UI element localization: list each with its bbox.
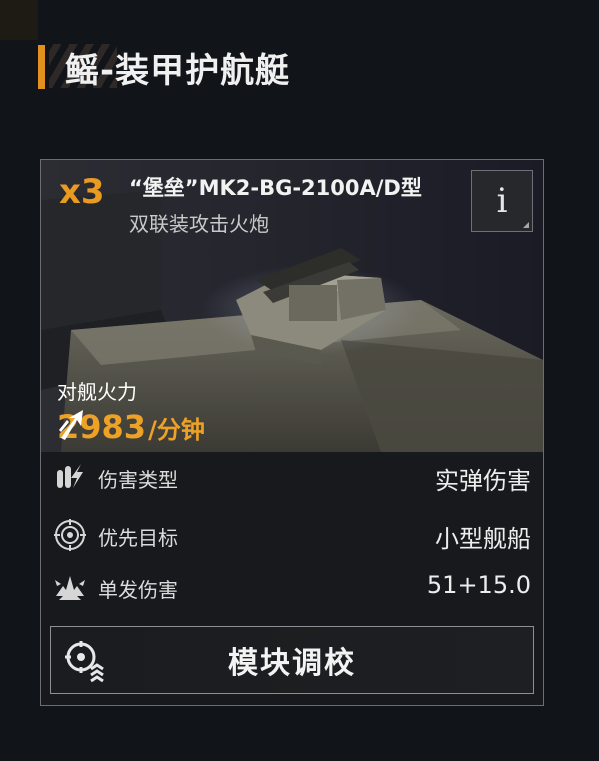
stat-value: 实弹伤害: [435, 467, 531, 495]
page-title-row: 鳐-装甲护航艇: [38, 44, 291, 91]
stat-value: 51+15.0: [426, 571, 531, 599]
weapon-name: “堡垒”MK2-BG-2100A/D型: [129, 176, 422, 200]
firepower-icon: [59, 410, 83, 440]
stat-value: 小型舰船: [435, 525, 531, 553]
calibrate-icon: [65, 641, 104, 683]
firepower-row: 2983 /分钟: [57, 408, 205, 446]
calibrate-label: 模块调校: [228, 646, 356, 681]
stat-row-priority-target: 优先目标 小型舰船: [41, 510, 543, 560]
info-button[interactable]: i: [471, 170, 533, 232]
ammo-icon: [57, 464, 83, 488]
corner-decoration: [0, 0, 38, 40]
stat-row-damage-type: 伤害类型 实弹伤害: [41, 452, 543, 502]
title-accent-bar: [38, 45, 45, 89]
page-title: 鳐-装甲护航艇: [65, 50, 291, 91]
firepower-label: 对舰火力: [57, 380, 137, 404]
weapon-type: 双联装攻击火炮: [129, 212, 269, 236]
target-icon: [54, 519, 86, 551]
firepower-unit: /分钟: [148, 415, 205, 444]
stat-label: 优先目标: [98, 526, 178, 550]
module-calibrate-button[interactable]: 模块调校: [50, 626, 534, 694]
stat-label: 伤害类型: [98, 468, 178, 492]
burst-icon: [55, 576, 85, 600]
stat-row-single-damage: 单发伤害 51+15.0: [41, 562, 543, 612]
weapon-count: x3: [59, 172, 105, 212]
weapon-card: x3 “堡垒”MK2-BG-2100A/D型 双联装攻击火炮 i 对舰火力 29…: [40, 159, 544, 706]
weapon-preview: x3 “堡垒”MK2-BG-2100A/D型 双联装攻击火炮 i 对舰火力 29…: [41, 160, 543, 452]
stat-label: 单发伤害: [98, 578, 178, 602]
